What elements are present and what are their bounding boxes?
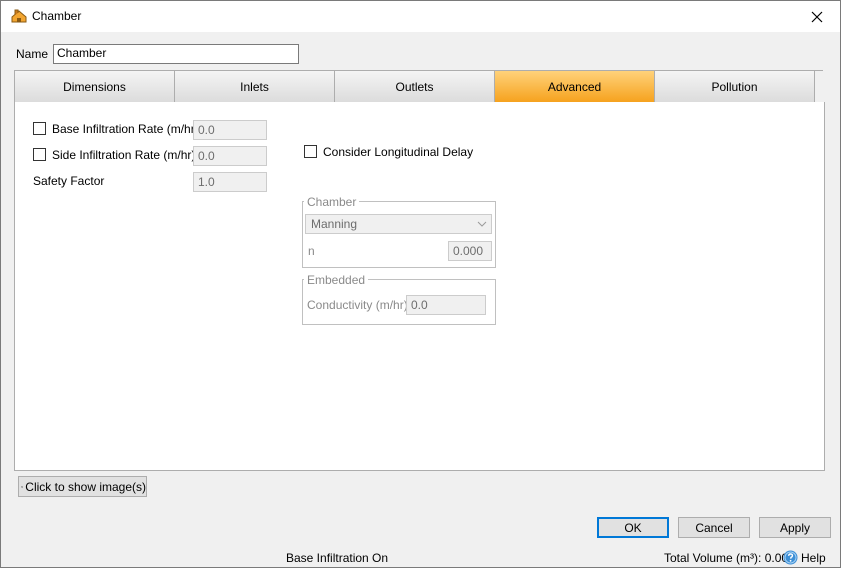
- side-infiltration-label: Side Infiltration Rate (m/hr): [52, 148, 196, 162]
- cancel-button[interactable]: Cancel: [678, 517, 750, 538]
- chamber-dialog: Chamber Name Chamber Dimensions Inlets O…: [0, 0, 841, 568]
- apply-button[interactable]: Apply: [759, 517, 831, 538]
- conductivity-input[interactable]: 0.0: [406, 295, 486, 315]
- tab-strip-end: [814, 70, 823, 102]
- chevron-down-icon: [477, 221, 487, 227]
- close-icon: [811, 11, 823, 22]
- status-message: Base Infiltration On: [286, 551, 389, 565]
- chamber-group-title: Chamber: [304, 195, 360, 209]
- side-infiltration-input[interactable]: 0.0: [193, 146, 267, 166]
- embedded-group-title: Embedded: [304, 273, 369, 287]
- tab-advanced[interactable]: Advanced: [495, 71, 655, 103]
- show-images-label: Click to show image(s): [25, 479, 146, 494]
- chamber-app-icon: [11, 9, 27, 23]
- tab-pollution[interactable]: Pollution: [655, 71, 815, 103]
- base-infiltration-input[interactable]: 0.0: [193, 120, 267, 140]
- safety-factor-input[interactable]: 1.0: [193, 172, 267, 192]
- tab-inlets[interactable]: Inlets: [175, 71, 335, 103]
- tab-strip: Dimensions Inlets Outlets Advanced Pollu…: [14, 70, 815, 103]
- roughness-method-select[interactable]: Manning: [305, 214, 492, 234]
- ok-button[interactable]: OK: [597, 517, 669, 538]
- close-button[interactable]: [794, 1, 840, 32]
- name-label: Name: [16, 47, 49, 61]
- base-infiltration-label: Base Infiltration Rate (m/hr): [52, 122, 199, 136]
- conductivity-label: Conductivity (m/hr): [307, 298, 408, 312]
- total-volume-readout: Total Volume (m³): 0.000: [664, 551, 795, 565]
- name-input[interactable]: Chamber: [53, 44, 299, 64]
- title-bar: Chamber: [1, 1, 840, 32]
- help-icon[interactable]: [783, 550, 798, 565]
- roughness-method-value: Manning: [311, 217, 358, 231]
- n-label: n: [308, 244, 315, 258]
- safety-factor-label: Safety Factor: [33, 174, 105, 188]
- tab-dimensions[interactable]: Dimensions: [15, 71, 175, 103]
- double-chevron-down-icon: [21, 485, 24, 488]
- n-value-input[interactable]: 0.000: [448, 241, 492, 261]
- longitudinal-delay-checkbox[interactable]: [304, 145, 317, 158]
- tab-outlets[interactable]: Outlets: [335, 71, 495, 103]
- show-images-button[interactable]: Click to show image(s): [18, 476, 147, 497]
- window-title: Chamber: [32, 9, 82, 23]
- side-infiltration-checkbox[interactable]: [33, 148, 46, 161]
- base-infiltration-checkbox[interactable]: [33, 122, 46, 135]
- longitudinal-delay-label: Consider Longitudinal Delay: [323, 145, 474, 159]
- help-link[interactable]: Help: [801, 551, 826, 565]
